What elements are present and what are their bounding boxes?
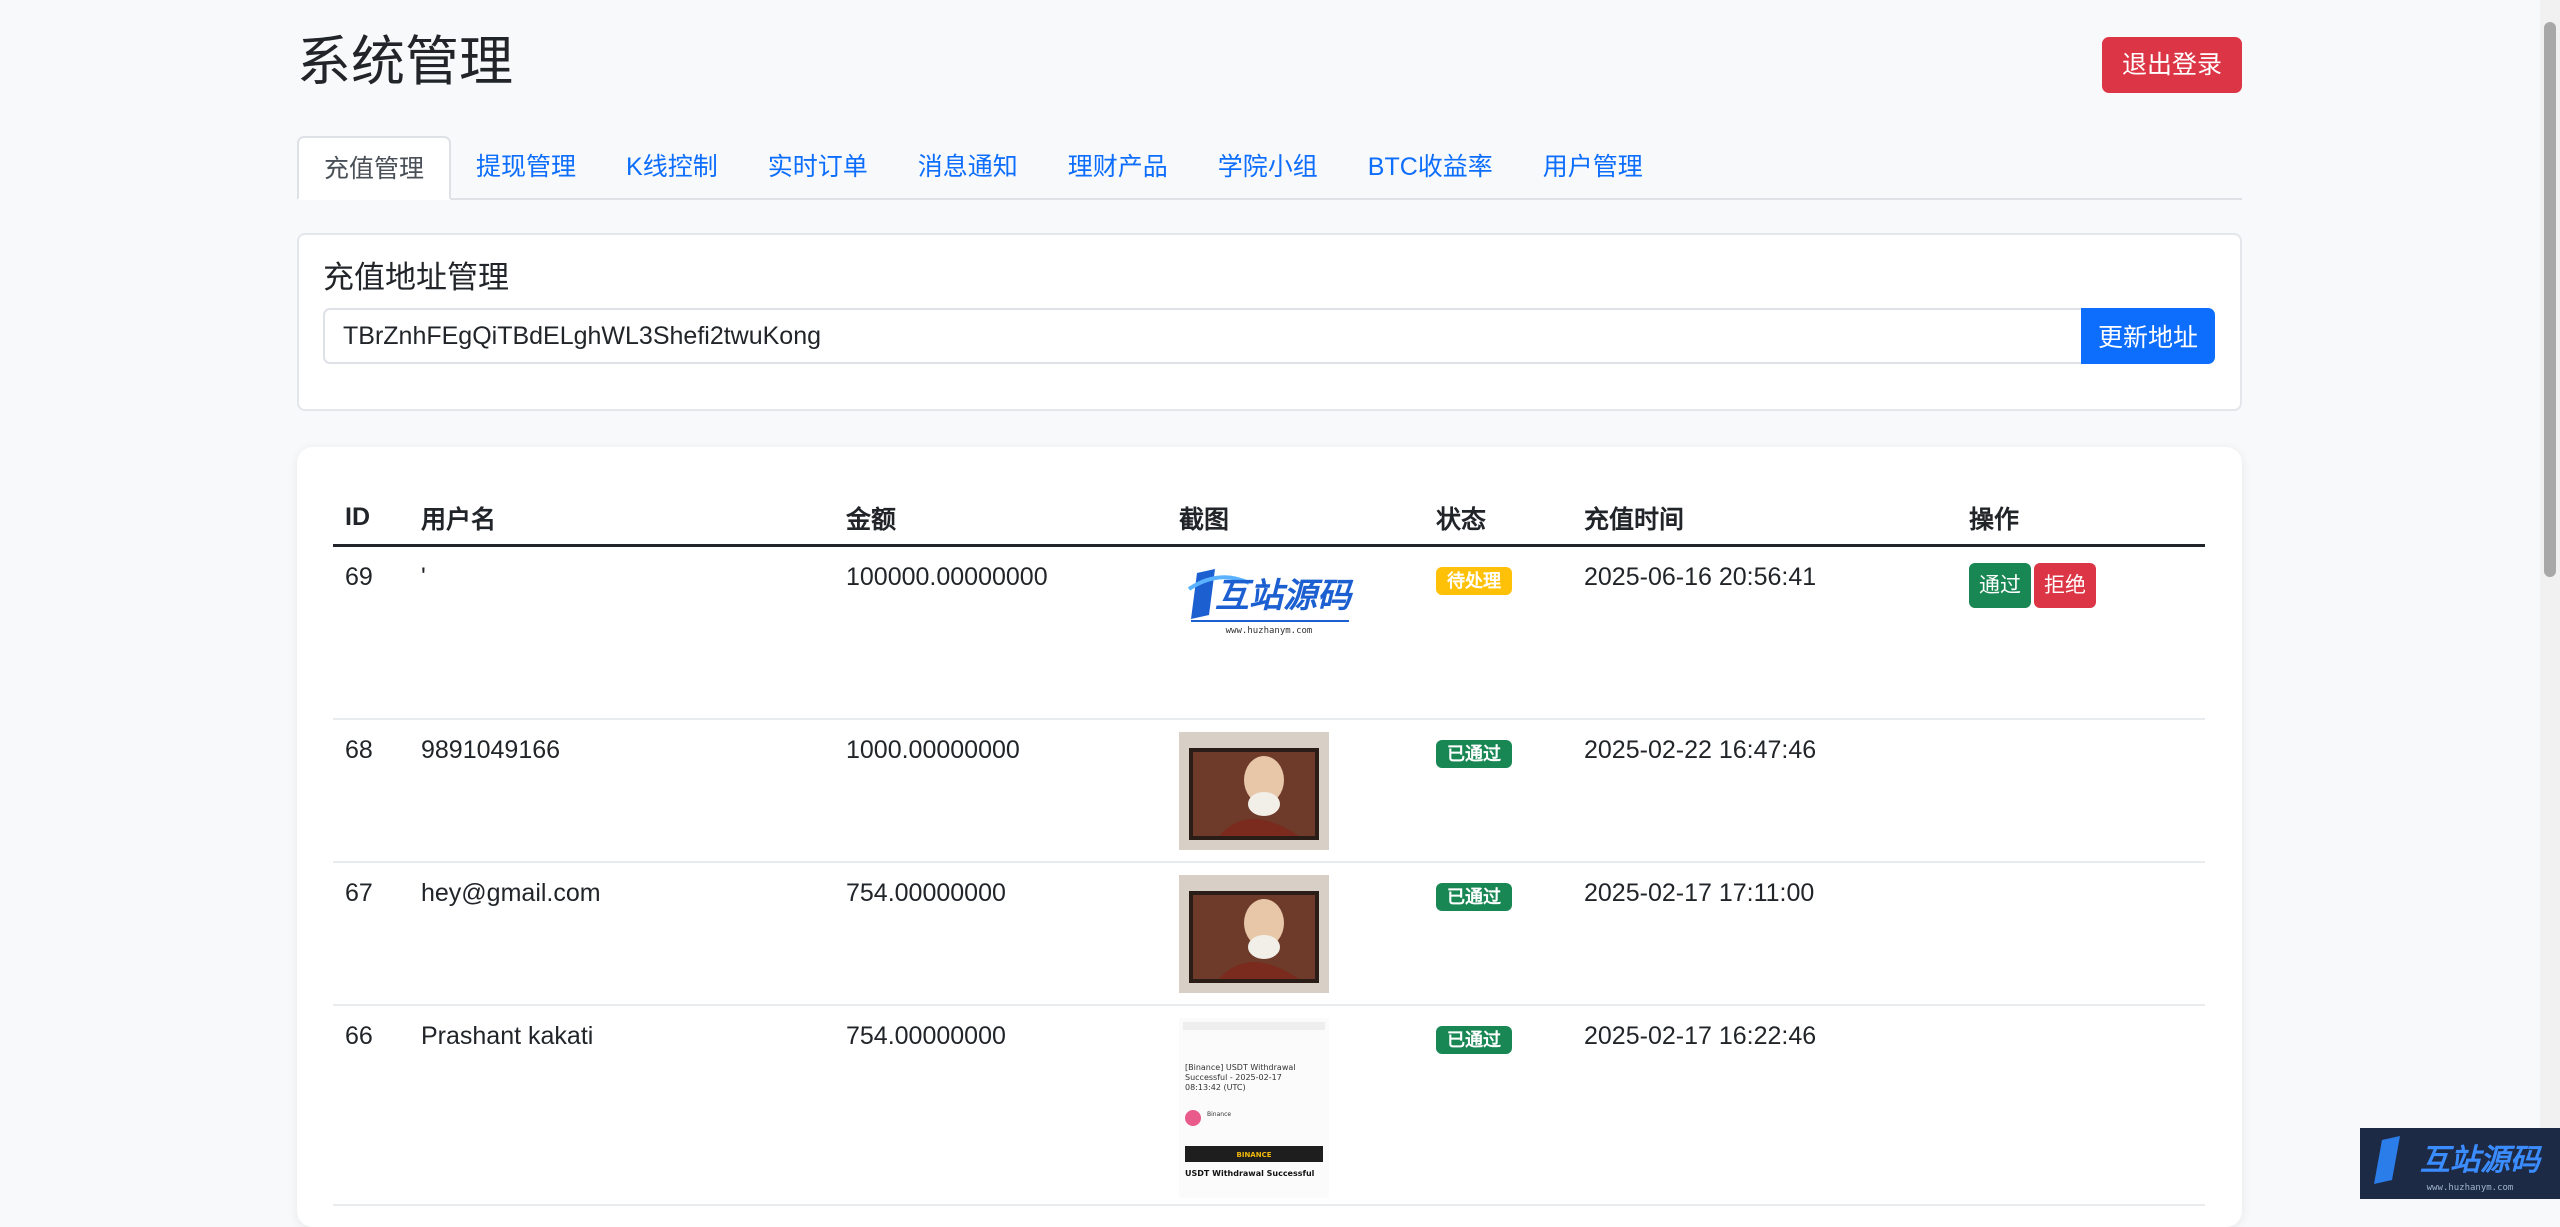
row-username: hey@gmail.com bbox=[409, 861, 834, 1006]
row-actions bbox=[1957, 718, 2205, 863]
row-id: 67 bbox=[333, 861, 409, 1006]
recharge-table-card: ID 用户名 金额 截图 状态 充值时间 操作 69 ' 100000.0000… bbox=[297, 447, 2242, 1227]
receipt-sender: Binance bbox=[1207, 1111, 1231, 1118]
approve-button[interactable]: 通过 bbox=[1969, 563, 2031, 608]
address-title: 充值地址管理 bbox=[323, 260, 509, 295]
row-id: 68 bbox=[333, 718, 409, 863]
table-row: 68 9891049166 1000.00000000 已通过 2025-02-… bbox=[333, 718, 2205, 863]
row-id: 69 bbox=[333, 545, 409, 720]
table-row: 67 hey@gmail.com 754.00000000 已通过 2025-0… bbox=[333, 861, 2205, 1006]
thumb-url: www.huzhanym.com bbox=[1226, 626, 1313, 636]
tab-academy[interactable]: 学院小组 bbox=[1193, 136, 1343, 198]
watermark-brand: 互站源码 bbox=[2420, 1143, 2543, 1178]
col-screenshot: 截图 bbox=[1167, 491, 1424, 547]
tab-products[interactable]: 理财产品 bbox=[1043, 136, 1193, 198]
thumb-brand: 互站源码 bbox=[1215, 576, 1354, 616]
vertical-scrollbar[interactable] bbox=[2540, 0, 2560, 1199]
scrollbar-thumb[interactable] bbox=[2544, 22, 2556, 577]
row-status: 已通过 bbox=[1424, 718, 1572, 863]
nav-tabs: 充值管理 提现管理 K线控制 实时订单 消息通知 理财产品 学院小组 BTC收益… bbox=[297, 136, 2242, 200]
reject-button[interactable]: 拒绝 bbox=[2034, 563, 2096, 608]
tab-recharge[interactable]: 充值管理 bbox=[297, 136, 452, 200]
row-actions bbox=[1957, 861, 2205, 1006]
row-time: 2025-02-22 16:47:46 bbox=[1572, 718, 1957, 863]
update-address-button[interactable]: 更新地址 bbox=[2081, 308, 2215, 364]
row-amount: 100000.00000000 bbox=[834, 545, 1167, 720]
row-screenshot[interactable]: 互站源码 www.huzhanym.com bbox=[1167, 545, 1424, 720]
watermark-logo: 互站源码 www.huzhanym.com bbox=[2360, 1128, 2560, 1199]
row-amount: 754.00000000 bbox=[834, 1004, 1167, 1206]
tab-notifications[interactable]: 消息通知 bbox=[893, 136, 1043, 198]
tab-withdraw[interactable]: 提现管理 bbox=[451, 136, 601, 198]
watermark-url: www.huzhanym.com bbox=[2427, 1183, 2514, 1193]
col-time: 充值时间 bbox=[1572, 491, 1957, 547]
receipt-line: 08:13:42 (UTC) bbox=[1185, 1083, 1246, 1092]
status-badge: 已通过 bbox=[1436, 1025, 1512, 1054]
row-amount: 754.00000000 bbox=[834, 861, 1167, 1006]
receipt-thumbnail-image[interactable]: [Binance] USDT Withdrawal Successful - 2… bbox=[1179, 1017, 1329, 1198]
logout-button[interactable]: 退出登录 bbox=[2101, 37, 2242, 93]
row-status: 已通过 bbox=[1424, 1004, 1572, 1206]
col-status: 状态 bbox=[1424, 491, 1572, 547]
col-id: ID bbox=[333, 491, 409, 547]
table-row: 69 ' 100000.00000000 互站源码 www.huzhanym.c… bbox=[333, 545, 2205, 720]
tab-orders[interactable]: 实时订单 bbox=[743, 136, 893, 198]
row-time: 2025-02-17 17:11:00 bbox=[1572, 861, 1957, 1006]
row-screenshot[interactable]: [Binance] USDT Withdrawal Successful - 2… bbox=[1167, 1004, 1424, 1206]
receipt-logo-text: BINANCE bbox=[1237, 1151, 1272, 1159]
status-badge: 待处理 bbox=[1436, 567, 1512, 595]
row-id: 66 bbox=[333, 1004, 409, 1206]
row-time: 2025-02-17 16:22:46 bbox=[1572, 1004, 1957, 1206]
address-input[interactable] bbox=[323, 308, 2081, 364]
row-username: ' bbox=[409, 545, 834, 720]
row-status: 已通过 bbox=[1424, 861, 1572, 1006]
row-actions bbox=[1957, 1004, 2205, 1206]
receipt-line: [Binance] USDT Withdrawal bbox=[1185, 1063, 1295, 1072]
row-screenshot[interactable] bbox=[1167, 861, 1424, 1006]
col-username: 用户名 bbox=[409, 491, 834, 547]
status-badge: 已通过 bbox=[1436, 882, 1512, 911]
status-badge: 已通过 bbox=[1436, 739, 1512, 768]
page-container: 系统管理 退出登录 充值管理 提现管理 K线控制 实时订单 消息通知 理财产品 … bbox=[297, 0, 2242, 1227]
portrait-thumbnail-image[interactable] bbox=[1179, 874, 1329, 993]
tab-btc-yield[interactable]: BTC收益率 bbox=[1343, 136, 1518, 198]
row-time: 2025-06-16 20:56:41 bbox=[1572, 545, 1957, 720]
receipt-heading: USDT Withdrawal Successful bbox=[1185, 1169, 1315, 1178]
col-amount: 金额 bbox=[834, 491, 1167, 547]
tab-users[interactable]: 用户管理 bbox=[1518, 136, 1668, 198]
portrait-thumbnail-image[interactable] bbox=[1179, 731, 1329, 850]
logo-thumbnail-image[interactable]: 互站源码 www.huzhanym.com bbox=[1179, 559, 1355, 639]
receipt-line: Successful - 2025-02-17 bbox=[1185, 1073, 1282, 1082]
table-header-row: ID 用户名 金额 截图 状态 充值时间 操作 bbox=[333, 491, 2205, 547]
address-card: 充值地址管理 更新地址 bbox=[297, 233, 2242, 411]
page-title: 系统管理 bbox=[297, 32, 513, 92]
page-header: 系统管理 退出登录 bbox=[297, 0, 2242, 130]
row-status: 待处理 bbox=[1424, 545, 1572, 720]
row-screenshot[interactable] bbox=[1167, 718, 1424, 863]
row-amount: 1000.00000000 bbox=[834, 718, 1167, 863]
row-username: 9891049166 bbox=[409, 718, 834, 863]
recharge-table: ID 用户名 金额 截图 状态 充值时间 操作 69 ' 100000.0000… bbox=[333, 491, 2205, 1206]
table-row: 66 Prashant kakati 754.00000000 [Binance… bbox=[333, 1004, 2205, 1206]
row-actions: 通过 拒绝 bbox=[1957, 545, 2205, 720]
row-username: Prashant kakati bbox=[409, 1004, 834, 1206]
tab-kline[interactable]: K线控制 bbox=[601, 136, 743, 198]
watermark-logo-image: 互站源码 www.huzhanym.com bbox=[2374, 1136, 2543, 1193]
col-actions: 操作 bbox=[1957, 491, 2205, 547]
